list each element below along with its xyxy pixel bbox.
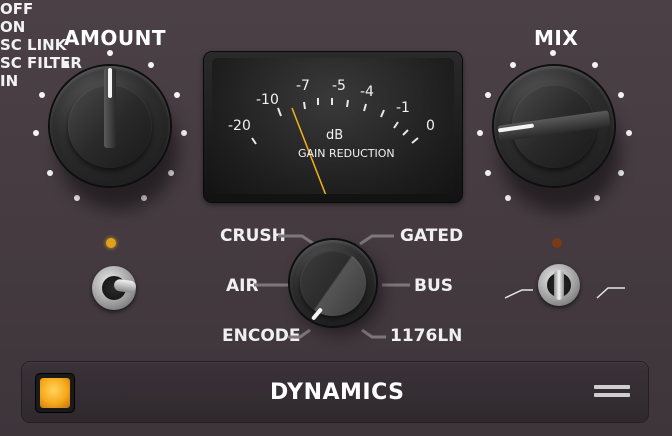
meter-label-minus4: -4 [360, 84, 374, 100]
meter-caption: GAIN REDUCTION [298, 147, 395, 160]
mix-title: MIX [534, 26, 579, 50]
meter-label-minus10: -10 [256, 92, 279, 108]
mode-option-1176ln[interactable]: 1176LN [390, 326, 462, 346]
mode-option-crush[interactable]: CRUSH [220, 226, 286, 246]
meter-unit: dB [326, 128, 344, 143]
mode-option-gated[interactable]: GATED [400, 226, 463, 246]
sc-link-off-label: OFF [0, 0, 34, 18]
meter-label-minus1: -1 [396, 100, 410, 116]
amount-title: AMOUNT [64, 26, 167, 50]
plugin-title: DYNAMICS [270, 380, 405, 405]
mode-option-air[interactable]: AIR [226, 276, 259, 296]
highpass-filter-icon [504, 289, 533, 299]
sc-link-led [106, 238, 116, 248]
in-bypass-button[interactable] [36, 374, 74, 412]
mode-option-bus[interactable]: BUS [414, 276, 453, 296]
meter-label-zero: 0 [426, 118, 435, 134]
sc-filter-led [552, 238, 562, 248]
meter-label-minus7: -7 [296, 78, 310, 94]
meter-label-minus5: -5 [332, 78, 346, 94]
mix-knob[interactable] [494, 66, 614, 186]
dynamics-plugin-panel: AMOUNT -20 -10 -7 -5 -4 -1 0 dB GAIN RED… [0, 0, 672, 436]
meter-label-minus20: -20 [228, 118, 251, 134]
sc-link-toggle-switch[interactable] [92, 266, 137, 310]
mode-option-encode[interactable]: ENCODE [222, 326, 301, 346]
amount-pointer [108, 68, 112, 98]
amount-knob[interactable] [50, 66, 170, 186]
hamburger-menu-icon[interactable] [590, 380, 634, 406]
sc-filter-toggle-switch[interactable] [538, 264, 580, 306]
flat-filter-icon [596, 287, 625, 299]
mode-selector-knob[interactable] [290, 240, 376, 326]
